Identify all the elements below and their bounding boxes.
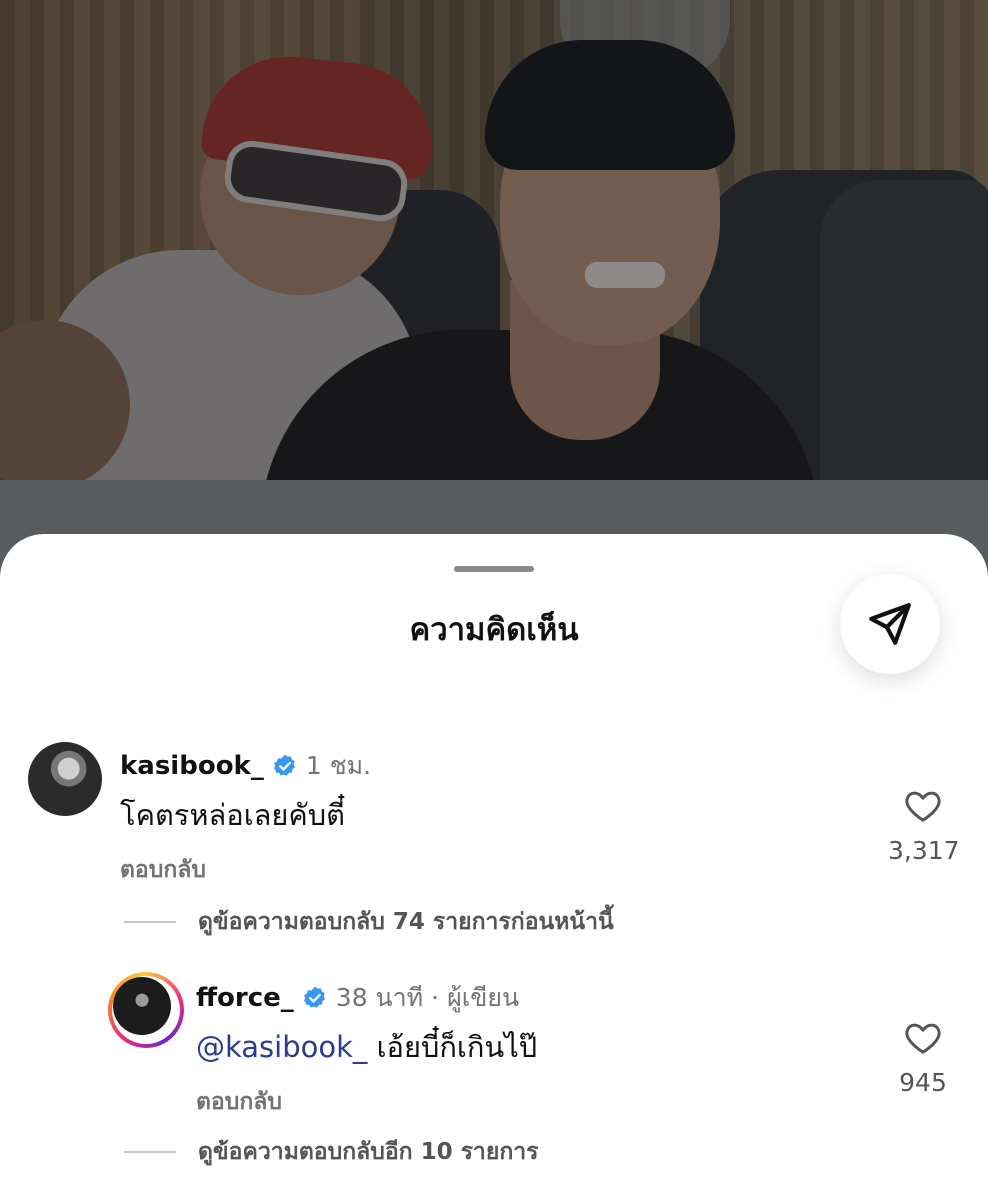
divider-line <box>124 921 176 923</box>
heart-icon <box>905 791 941 822</box>
comment-body: เอ้ยบี๋ก็เกินไป๊ <box>376 1030 538 1064</box>
comment-time: 1 ชม. <box>305 751 372 780</box>
view-replies-link[interactable]: ดูข้อความตอบกลับ 74 รายการก่อนหน้านี้ <box>124 904 614 940</box>
reply-button[interactable]: ตอบกลับ <box>120 852 206 888</box>
comment-header: fforce_ 38 นาที · ผู้เขียน <box>196 978 519 1018</box>
share-button[interactable] <box>840 574 940 674</box>
comment-text: @kasibook_ เอ้ยบี๋ก็เกินไป๊ <box>196 1024 537 1070</box>
like-button[interactable]: 3,317 <box>888 786 960 865</box>
divider-line <box>124 1151 176 1153</box>
author-tag: · ผู้เขียน <box>431 983 520 1012</box>
avatar <box>113 977 171 1035</box>
view-replies-label: ดูข้อความตอบกลับอีก 10 รายการ <box>198 1139 539 1165</box>
sheet-grabber[interactable] <box>454 566 534 572</box>
mention-link[interactable]: @kasibook_ <box>196 1030 367 1064</box>
background-photo <box>0 0 988 480</box>
verified-badge-icon <box>303 986 325 1008</box>
like-count: 945 <box>899 1068 947 1097</box>
reply-button[interactable]: ตอบกลับ <box>196 1084 282 1120</box>
username[interactable]: kasibook_ <box>120 751 264 781</box>
comments-sheet: ความคิดเห็น kasibook_ 1 ชม. โคตรหล่อเลยค… <box>0 534 988 1200</box>
username[interactable]: fforce_ <box>196 983 294 1013</box>
view-replies-label: ดูข้อความตอบกลับ 74 รายการก่อนหน้านี้ <box>198 909 614 935</box>
heart-icon <box>905 1023 941 1054</box>
verified-badge-icon <box>273 754 295 776</box>
paper-plane-icon <box>869 603 911 645</box>
like-count: 3,317 <box>888 836 960 865</box>
view-replies-link[interactable]: ดูข้อความตอบกลับอีก 10 รายการ <box>124 1134 539 1170</box>
comment-text: โคตรหล่อเลยคับตี๋ <box>120 798 346 832</box>
comment-header: kasibook_ 1 ชม. <box>120 746 371 786</box>
comment-time: 38 นาที <box>335 983 424 1012</box>
story-ring[interactable] <box>108 972 184 1048</box>
avatar[interactable] <box>28 742 102 816</box>
like-button[interactable]: 945 <box>888 1018 958 1097</box>
